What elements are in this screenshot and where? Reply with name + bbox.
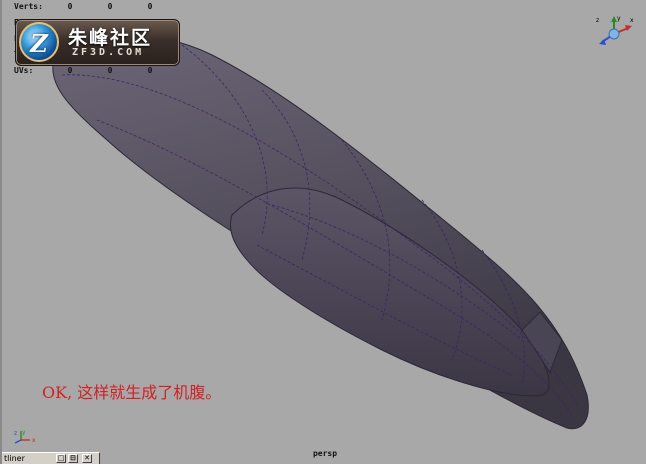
gizmo-y-label: y [617, 15, 621, 22]
logo-domain-text: ZF3D.COM [72, 47, 145, 58]
hud-value: 0 [67, 2, 73, 11]
hud-row-uvs: UVs: 0 0 0 [14, 66, 170, 75]
hud-label: Verts: [14, 2, 43, 11]
axis-z-label: z [14, 430, 17, 437]
hud-value: 0 [147, 66, 153, 75]
hud-value: 0 [147, 2, 153, 11]
watermark-logo: Z 朱峰社区 ZF3D.COM [15, 19, 180, 66]
hud-value: 0 [107, 2, 113, 11]
logo-chinese-text: 朱峰社区 [68, 27, 153, 49]
logo-letter: Z [30, 29, 48, 58]
restore-button[interactable]: □ [56, 454, 66, 463]
hud-value: 0 [107, 66, 113, 75]
maximize-button[interactable]: ⊟ [68, 454, 78, 463]
close-button[interactable]: ✕ [82, 454, 92, 463]
tutorial-caption: OK, 这样就生成了机腹。 [42, 383, 222, 402]
logo-orb-icon: Z [19, 22, 59, 62]
outliner-minimized-window[interactable]: tliner □ ⊟ ✕ [2, 452, 100, 464]
gizmo-x-label: x [630, 17, 634, 24]
hud-label: UVs: [14, 66, 34, 75]
axis-indicator-icon: z y x [14, 429, 36, 444]
axis-x-label: x [32, 437, 36, 444]
perspective-viewport[interactable]: Verts:000 Ed F T UVs:000 Z 朱峰社区 ZF3D.COM… [0, 0, 646, 464]
hud-value: 0 [67, 66, 73, 75]
outliner-title: tliner [4, 454, 25, 463]
gizmo-z-label: z [596, 17, 599, 24]
axis-y-label: y [22, 429, 26, 436]
view-axis-gizmo-icon[interactable]: z y x [594, 14, 636, 50]
hud-row-verts: Verts: 0 0 0 [14, 2, 170, 11]
